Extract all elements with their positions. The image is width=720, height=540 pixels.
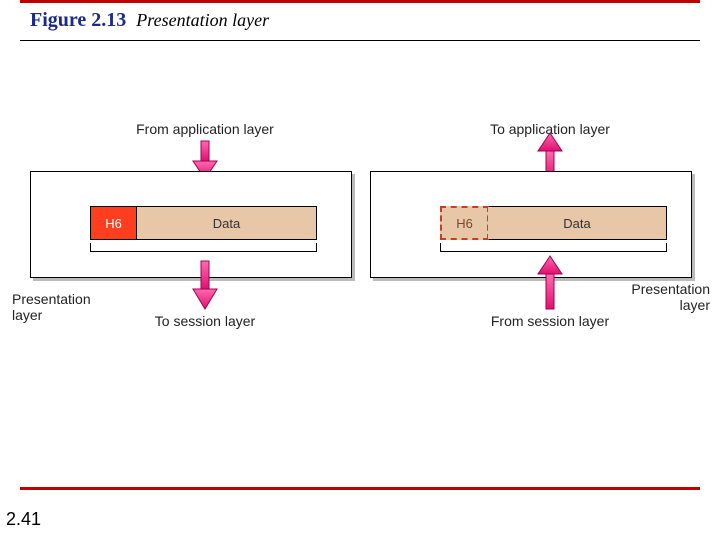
left-bracket [90,243,317,252]
left-top-label: From application layer [115,121,295,137]
left-pdu: H6 Data [90,206,317,240]
left-bottom-label: To session layer [140,313,270,329]
figure-title-row: Figure 2.13 Presentation layer [0,3,720,40]
left-side-label: Presentation layer [12,291,112,323]
figure-number: Figure 2.13 [30,9,126,31]
right-data: Data [488,207,666,239]
arrow-up-into-right [535,256,565,311]
right-side-label: Presentation layer [610,281,710,313]
right-bottom-label: From session layer [475,313,625,329]
right-header: H6 [440,206,489,240]
bottom-rule [20,487,700,490]
left-header: H6 [91,207,137,239]
right-bracket [440,243,667,252]
diagram: From application layer H6 Data To sessio… [20,81,700,421]
right-pdu: H6 Data [440,206,667,240]
page-number: 2.41 [6,509,41,530]
arrow-down-out-left [190,261,220,311]
title-underline [20,40,700,41]
left-data: Data [137,207,316,239]
figure-title: Presentation layer [136,10,269,30]
